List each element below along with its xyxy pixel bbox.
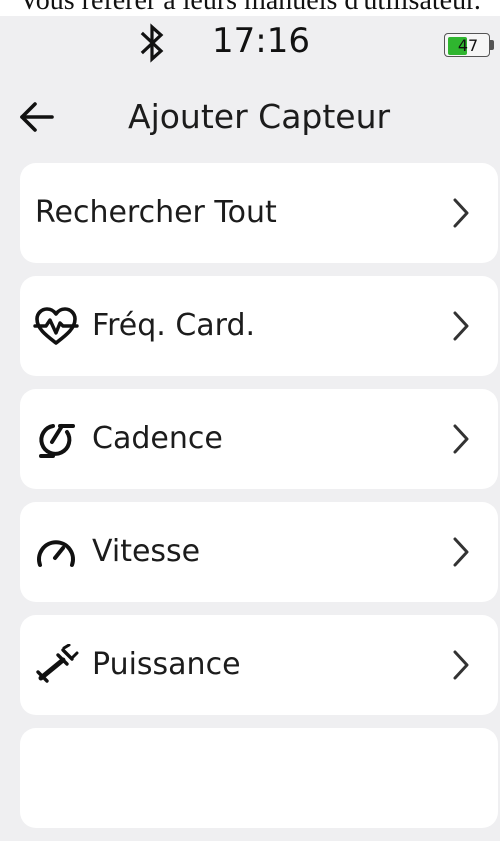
battery-level: 47 xyxy=(457,36,479,55)
search-all-item[interactable]: Rechercher Tout xyxy=(20,163,498,263)
power-item[interactable]: Puissance xyxy=(20,615,498,715)
speedometer-icon xyxy=(37,540,75,567)
chevron-right-icon xyxy=(453,311,469,341)
cadence-icon xyxy=(39,424,75,458)
power-meter-icon xyxy=(36,644,79,683)
bluetooth-icon xyxy=(140,23,164,63)
arrow-left-icon xyxy=(20,102,54,132)
page-caption: Vous référer à leurs manuels d'utilisate… xyxy=(0,0,500,16)
cadence-item[interactable]: Cadence xyxy=(20,389,498,489)
heart-rate-item[interactable]: Fréq. Card. xyxy=(20,276,498,376)
chevron-right-icon xyxy=(453,537,469,567)
heart-rate-icon xyxy=(33,307,79,345)
speed-item[interactable]: Vitesse xyxy=(20,502,498,602)
speed-label: Vitesse xyxy=(92,534,201,569)
sensor-list: Rechercher Tout Fréq. Card. Cadence Vite… xyxy=(20,163,498,841)
chevron-right-icon xyxy=(453,198,469,228)
power-label: Puissance xyxy=(92,647,241,682)
status-bar: 17:16 47 xyxy=(0,16,500,74)
battery-indicator: 47 xyxy=(444,33,496,59)
heart-rate-label: Fréq. Card. xyxy=(92,308,256,343)
battery-body: 47 xyxy=(444,33,490,57)
search-all-label: Rechercher Tout xyxy=(35,195,277,230)
back-button[interactable] xyxy=(16,92,72,142)
list-item-partial[interactable] xyxy=(20,728,498,828)
chevron-right-icon xyxy=(453,424,469,454)
status-time: 17:16 xyxy=(212,21,310,61)
cadence-label: Cadence xyxy=(92,421,223,456)
chevron-right-icon xyxy=(453,650,469,680)
battery-cap xyxy=(490,40,494,50)
page-title: Ajouter Capteur xyxy=(128,97,391,136)
app-header: Ajouter Capteur xyxy=(0,84,500,150)
